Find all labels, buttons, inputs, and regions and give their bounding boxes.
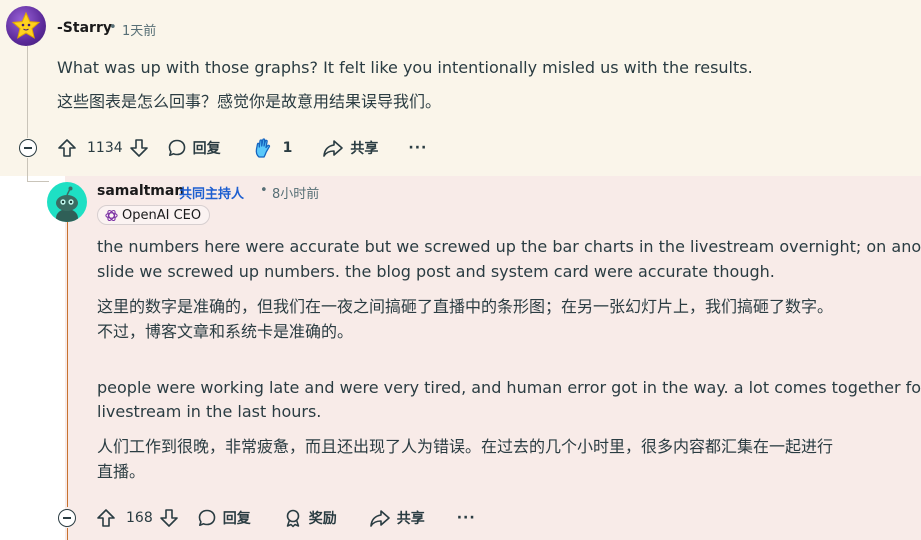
- comment-text-en-line: people were working late and were very t…: [97, 378, 921, 397]
- comment-text-en-line: the numbers here were accurate but we sc…: [97, 237, 921, 256]
- share-icon: [369, 510, 390, 527]
- comment-text-zh-line: 人们工作到很晚，非常疲惫，而且还出现了人为错误。在过去的几个小时里，很多内容都汇…: [97, 437, 834, 456]
- thread-line: [27, 158, 28, 182]
- username[interactable]: samaltman: [97, 183, 184, 199]
- more-options-button[interactable]: ···: [408, 133, 427, 163]
- comment-thread: -Starry • 1天前 What was up with those gra…: [0, 0, 921, 540]
- avatar[interactable]: [6, 6, 46, 46]
- flair-label: OpenAI CEO: [122, 207, 202, 223]
- comment-text-zh-line: 直播。: [97, 462, 146, 481]
- comment-text-zh-line: 不过，博客文章和系统卡是准确的。: [97, 322, 354, 341]
- timestamp[interactable]: 1天前: [122, 20, 156, 39]
- award-ribbon-icon: [286, 509, 300, 528]
- collapse-button[interactable]: [58, 509, 76, 527]
- upvote-icon: [58, 139, 76, 157]
- op-badge: 共同主持人: [179, 187, 245, 202]
- upvote-button[interactable]: [96, 503, 118, 533]
- comment-actions: 1134 回复 1 共享 ···: [57, 133, 427, 163]
- comment-samaltman: [65, 176, 921, 540]
- thread-line: [67, 222, 68, 507]
- avatar[interactable]: [47, 182, 87, 222]
- award-clap-icon: [255, 138, 270, 158]
- share-button[interactable]: 共享: [322, 133, 378, 163]
- award-label: 奖励: [308, 511, 337, 527]
- share-icon: [323, 140, 344, 157]
- meta-separator: •: [109, 20, 117, 35]
- share-button[interactable]: 共享: [369, 503, 425, 533]
- reply-button[interactable]: 回复: [167, 133, 221, 163]
- award-count: 1: [282, 140, 293, 156]
- share-label: 共享: [396, 511, 425, 527]
- more-icon: ···: [408, 140, 428, 156]
- thread-line: [27, 46, 28, 138]
- meta-separator: •: [260, 183, 268, 198]
- comment-bubble-icon: [168, 139, 185, 156]
- downvote-button[interactable]: [159, 503, 181, 533]
- share-label: 共享: [350, 141, 379, 157]
- comment-bubble-icon: [198, 509, 216, 526]
- comment-text-en-line: livestream in the last hours.: [97, 402, 322, 421]
- reply-label: 回复: [192, 141, 221, 157]
- comment-actions: 168 回复 奖励 共享 ···: [96, 503, 476, 533]
- thread-branch: [27, 181, 49, 182]
- thread-line: [67, 528, 68, 540]
- vote-count-label: 1134: [87, 140, 123, 156]
- collapse-button[interactable]: [19, 139, 37, 157]
- username[interactable]: -Starry: [57, 20, 112, 36]
- award-button[interactable]: 1: [253, 133, 293, 163]
- downvote-icon: [159, 509, 178, 527]
- timestamp[interactable]: 8小时前: [272, 183, 319, 202]
- more-options-button[interactable]: ···: [457, 503, 476, 533]
- upvote-button[interactable]: [57, 133, 79, 163]
- more-icon: ···: [456, 510, 476, 526]
- star-icon: [11, 11, 41, 39]
- vote-count: 168: [126, 503, 153, 533]
- user-flair: OpenAI CEO: [97, 205, 211, 225]
- reply-button[interactable]: 回复: [197, 503, 251, 533]
- award-button[interactable]: 奖励: [283, 503, 337, 533]
- downvote-button[interactable]: [129, 133, 151, 163]
- comment-text-en-line: slide we screwed up numbers. the blog po…: [97, 262, 775, 281]
- reply-label: 回复: [222, 511, 251, 527]
- snoo-avatar-icon: [56, 186, 78, 222]
- comment-text-zh: 这些图表是怎么回事？感觉你是故意用结果误导我们。: [57, 92, 442, 111]
- openai-logo-icon: [105, 209, 118, 221]
- vote-count-label: 168: [126, 510, 153, 526]
- comment-text-zh-line: 这里的数字是准确的，但我们在一夜之间搞砸了直播中的条形图；在另一张幻灯片上，我们…: [97, 297, 834, 316]
- downvote-icon: [129, 139, 148, 157]
- upvote-icon: [97, 509, 115, 527]
- comment-text-en: What was up with those graphs? It felt l…: [57, 58, 753, 77]
- vote-count: 1134: [87, 133, 123, 163]
